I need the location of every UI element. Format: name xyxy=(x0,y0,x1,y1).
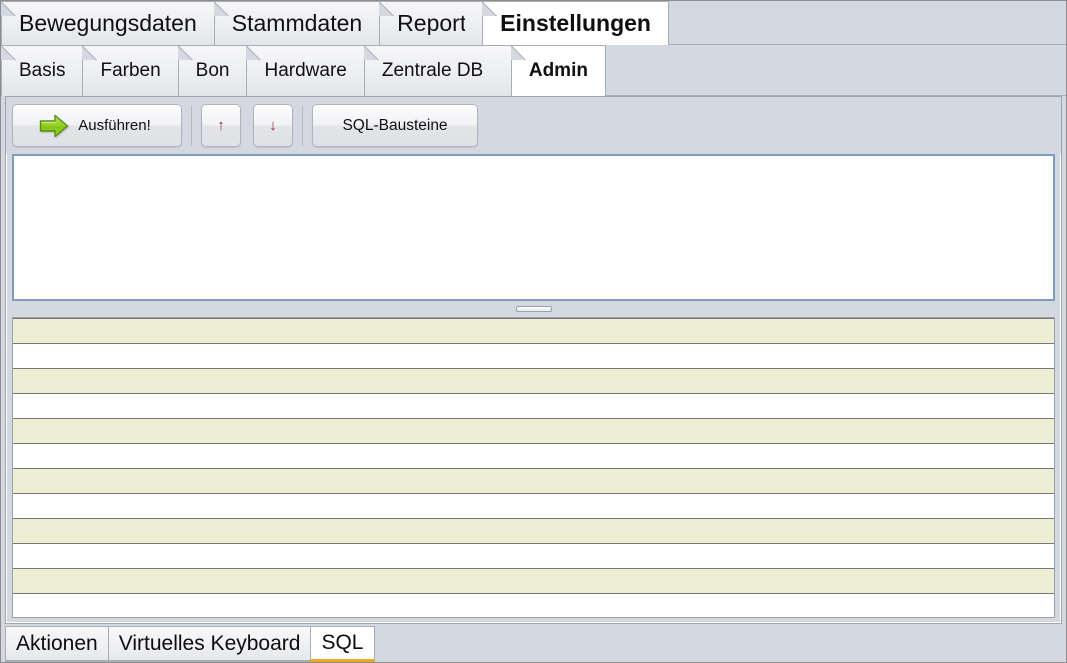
table-row[interactable] xyxy=(13,394,1054,419)
sub-tab-bon[interactable]: Bon xyxy=(177,45,248,96)
sub-tab-hardware[interactable]: Hardware xyxy=(246,45,365,96)
sub-tab-basis-label: Basis xyxy=(19,60,66,81)
toolbar-separator-1 xyxy=(191,105,192,146)
sql-snippets-button-label: SQL-Bausteine xyxy=(342,116,448,134)
sql-editor-text xyxy=(14,156,1053,174)
main-tab-bewegungsdaten[interactable]: Bewegungsdaten xyxy=(1,1,215,45)
admin-sql-panel: Ausführen! ↑ ↓ SQL-Bausteine xyxy=(5,96,1062,624)
sql-toolbar: Ausführen! ↑ ↓ SQL-Bausteine xyxy=(6,97,1061,154)
arrow-up-icon: ↑ xyxy=(217,117,225,134)
main-tab-reporte-label: Reporte xyxy=(397,12,465,35)
main-tab-reporte[interactable]: Reporte xyxy=(379,1,484,45)
move-down-button[interactable]: ↓ xyxy=(253,104,293,147)
main-tab-bar: Bewegungsdaten Stammdaten Reporte Einste… xyxy=(1,1,1066,45)
bottom-tab-aktionen-label: Aktionen xyxy=(16,631,98,655)
sub-tab-zentrale-db-label: Zentrale DB xyxy=(381,60,484,81)
table-row[interactable] xyxy=(13,544,1054,569)
sub-tab-farben-label: Farben xyxy=(100,60,161,81)
green-right-arrow-icon xyxy=(39,113,69,139)
main-tab-stammdaten[interactable]: Stammdaten xyxy=(213,1,381,45)
sub-tab-farben[interactable]: Farben xyxy=(82,45,179,96)
execute-button-label: Ausführen! xyxy=(78,117,151,134)
sub-tab-basis[interactable]: Basis xyxy=(1,45,84,96)
move-up-button[interactable]: ↑ xyxy=(201,104,241,147)
bottom-tab-sql-label: SQL xyxy=(321,631,364,654)
main-tab-einstellungen[interactable]: Einstellungen xyxy=(482,1,669,45)
sub-tab-bon-label: Bon xyxy=(195,60,230,81)
table-row[interactable] xyxy=(13,494,1054,519)
main-tab-einstellungen-label: Einstellungen xyxy=(500,10,651,36)
main-tab-stammdaten-label: Stammdaten xyxy=(231,10,363,36)
results-grid-rows xyxy=(13,318,1054,617)
bottom-tab-aktionen[interactable]: Aktionen xyxy=(5,626,109,662)
sql-editor[interactable] xyxy=(12,154,1055,301)
table-row[interactable] xyxy=(13,444,1054,469)
sub-tab-bar: Basis Farben Bon Hardware Zentrale DB Ad… xyxy=(1,45,1066,96)
table-row[interactable] xyxy=(13,369,1054,394)
table-row[interactable] xyxy=(13,569,1054,594)
sub-tab-admin-label: Admin xyxy=(528,60,588,81)
splitter-grip-icon xyxy=(515,306,552,312)
sub-tab-bar-filler xyxy=(604,45,1066,96)
table-row[interactable] xyxy=(13,344,1054,369)
table-row[interactable] xyxy=(13,469,1054,494)
sub-tab-zentrale-db[interactable]: Zentrale DB xyxy=(363,45,512,96)
toolbar-separator-2 xyxy=(302,105,303,146)
table-row[interactable] xyxy=(13,419,1054,444)
bottom-tab-sql[interactable]: SQL xyxy=(310,626,375,662)
sql-snippets-button[interactable]: SQL-Bausteine xyxy=(312,104,478,147)
arrow-down-icon: ↓ xyxy=(269,117,277,134)
table-row[interactable] xyxy=(13,319,1054,344)
bottom-tab-virtuelles-keyboard-label: Virtuelles Keyboard xyxy=(118,631,301,655)
sub-tab-hardware-label: Hardware xyxy=(264,60,347,81)
application-window: Bewegungsdaten Stammdaten Reporte Einste… xyxy=(0,0,1067,663)
results-grid[interactable] xyxy=(12,317,1055,618)
table-row[interactable] xyxy=(13,594,1054,617)
main-tab-bewegungsdaten-label: Bewegungsdaten xyxy=(19,10,197,36)
bottom-tab-bar-filler xyxy=(373,626,1062,662)
main-tab-bar-filler xyxy=(667,1,1066,45)
pane-splitter[interactable] xyxy=(12,302,1055,316)
bottom-tab-virtuelles-keyboard[interactable]: Virtuelles Keyboard xyxy=(107,626,312,662)
sub-tab-admin[interactable]: Admin xyxy=(510,45,606,96)
bottom-tab-bar: Aktionen Virtuelles Keyboard SQL xyxy=(1,624,1066,662)
table-row[interactable] xyxy=(13,519,1054,544)
execute-button[interactable]: Ausführen! xyxy=(12,104,182,147)
